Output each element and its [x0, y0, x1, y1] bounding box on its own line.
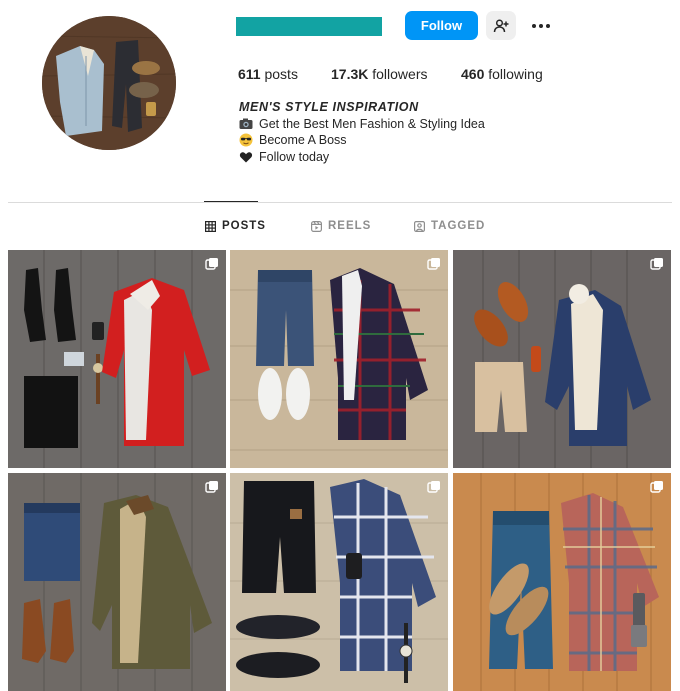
tab-tagged[interactable]: TAGGED — [414, 218, 485, 234]
post-thumbnail[interactable] — [8, 473, 226, 691]
bio-line: Get the Best Men Fashion & Styling Idea — [239, 116, 485, 133]
bio-line: Become A Boss — [239, 132, 485, 149]
posts-label: posts — [264, 66, 298, 82]
post-thumbnail[interactable] — [453, 473, 671, 691]
bio-title: MEN'S STYLE INSPIRATION — [239, 100, 419, 114]
bio-line-text: Become A Boss — [259, 133, 347, 147]
tagged-icon — [414, 220, 431, 232]
suggested-accounts-button[interactable] — [486, 11, 516, 40]
black-heart-emoji-icon — [239, 150, 253, 164]
reels-icon — [311, 220, 328, 232]
add-person-icon — [493, 18, 509, 34]
bio-line-text: Follow today — [259, 149, 330, 164]
bio-line: Follow today — [239, 149, 485, 166]
carousel-icon — [205, 257, 219, 271]
followers-label: followers — [372, 66, 428, 82]
bio-line-text: Get the Best Men Fashion & Styling Idea — [259, 116, 485, 131]
following-label: following — [488, 66, 543, 82]
carousel-icon — [650, 480, 664, 494]
post-thumbnail[interactable] — [230, 250, 448, 468]
followers-stat[interactable]: 17.3K followers — [331, 66, 428, 82]
post-thumbnail[interactable] — [453, 250, 671, 468]
following-stat[interactable]: 460 following — [461, 66, 543, 82]
posts-count: 611 — [238, 66, 261, 82]
follow-button[interactable]: Follow — [405, 11, 478, 40]
following-count: 460 — [461, 66, 485, 82]
followers-count: 17.3K — [331, 66, 369, 82]
more-options-icon — [531, 23, 551, 29]
tab-reels-label: REELS — [328, 220, 372, 232]
grid-icon — [205, 220, 222, 232]
tab-posts[interactable]: POSTS — [205, 218, 266, 234]
carousel-icon — [205, 480, 219, 494]
profile-bio: MEN'S STYLE INSPIRATION Get the Best Men… — [239, 99, 485, 165]
carousel-icon — [427, 480, 441, 494]
username-redacted[interactable] — [236, 17, 382, 36]
carousel-icon — [427, 257, 441, 271]
tab-reels[interactable]: REELS — [311, 218, 371, 234]
carousel-icon — [650, 257, 664, 271]
more-options-button[interactable] — [528, 11, 554, 40]
camera-emoji-icon — [239, 117, 253, 131]
post-thumbnail[interactable] — [230, 473, 448, 691]
active-tab-indicator — [204, 201, 258, 202]
tab-posts-label: POSTS — [222, 220, 266, 232]
tab-tagged-label: TAGGED — [431, 220, 486, 232]
posts-stat: 611 posts — [238, 66, 298, 82]
post-thumbnail[interactable] — [8, 250, 226, 468]
avatar[interactable] — [42, 16, 176, 150]
sunglasses-emoji-icon — [239, 133, 253, 147]
tabs-divider — [8, 202, 672, 203]
